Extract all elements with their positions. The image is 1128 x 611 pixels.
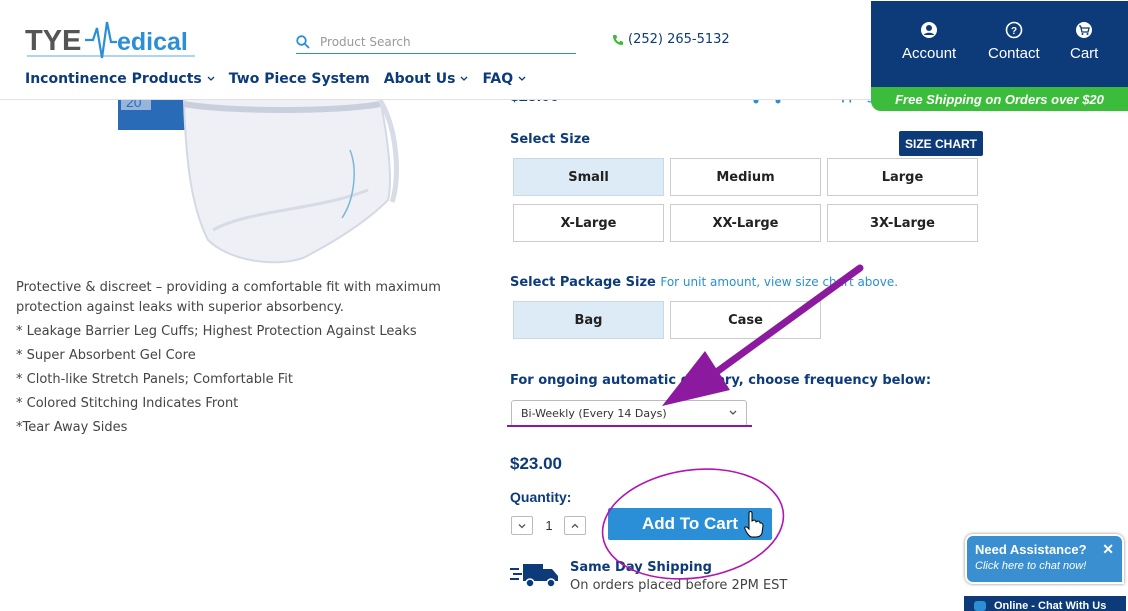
product-page: 20 $23.00 Free Shipping Protective & dis… xyxy=(0,0,1128,611)
size-option-medium[interactable]: Medium xyxy=(670,158,821,196)
nav-two-piece-system[interactable]: Two Piece System xyxy=(229,71,370,87)
same-day-shipping: Same Day Shipping On orders placed befor… xyxy=(510,560,787,593)
feature-bullet: * Cloth-like Stretch Panels; Comfortable… xyxy=(16,372,293,387)
chat-bubble-icon xyxy=(974,601,986,611)
svg-text:?: ? xyxy=(1011,26,1017,37)
cart-link[interactable]: Cart xyxy=(1070,21,1098,62)
site-header: TYE edical Product Search (252) 265-5132… xyxy=(0,0,1128,111)
user-icon xyxy=(921,22,938,38)
account-panel: Account ? Contact Cart xyxy=(871,1,1128,87)
free-shipping-banner: Free Shipping on Orders over $20 xyxy=(871,87,1128,111)
chevron-down-icon xyxy=(518,76,526,81)
svg-text:edical: edical xyxy=(117,28,188,56)
same-day-subtitle: On orders placed before 2PM EST xyxy=(570,578,788,593)
chat-tab-label: Online - Chat With Us xyxy=(994,600,1107,611)
size-option-3x-large[interactable]: 3X-Large xyxy=(827,204,978,242)
feature-bullet: * Leakage Barrier Leg Cuffs; Highest Pro… xyxy=(16,324,417,339)
package-size-note: For unit amount, view size chart above. xyxy=(660,275,899,289)
nav-label: Two Piece System xyxy=(228,71,370,87)
description-text: Protective & discreet – providing a comf… xyxy=(16,280,441,315)
size-option-large[interactable]: Large xyxy=(827,158,978,196)
package-size-label: Select Package Size For unit amount, vie… xyxy=(510,275,898,290)
nav-about-us[interactable]: About Us xyxy=(384,71,469,87)
size-option-x-large[interactable]: X-Large xyxy=(513,204,664,242)
tye-medical-logo[interactable]: TYE edical xyxy=(25,18,200,62)
contact-label: Contact xyxy=(988,45,1040,62)
quantity-value[interactable]: 1 xyxy=(540,518,558,533)
nav-label: Incontinence Products xyxy=(25,71,202,87)
frequency-label: For ongoing automatic delivery, choose f… xyxy=(510,373,932,388)
close-icon[interactable]: ✕ xyxy=(1102,541,1114,558)
product-price: $23.00 xyxy=(510,454,562,473)
search-placeholder: Product Search xyxy=(320,34,411,49)
account-label: Account xyxy=(902,45,957,62)
search-icon xyxy=(296,34,310,49)
svg-text:TYE: TYE xyxy=(25,25,81,57)
phone-icon xyxy=(613,34,623,45)
search-input[interactable]: Product Search xyxy=(296,30,576,54)
chevron-down-icon xyxy=(207,76,215,81)
select-size-label: Select Size xyxy=(510,132,591,147)
product-description: Protective & discreet – providing a comf… xyxy=(16,278,486,438)
contact-link[interactable]: ? Contact xyxy=(988,21,1040,62)
add-to-cart-button[interactable]: Add To Cart xyxy=(608,508,772,540)
package-option-bag[interactable]: Bag xyxy=(513,301,664,339)
chevron-down-icon xyxy=(460,76,468,81)
fast-truck-icon xyxy=(510,564,558,588)
chevron-down-icon xyxy=(518,523,526,528)
package-size-label-text: Select Package Size xyxy=(510,275,656,290)
chat-title: Need Assistance? xyxy=(975,542,1087,557)
cart-icon xyxy=(1076,22,1093,38)
feature-bullet: * Super Absorbent Gel Core xyxy=(16,348,196,363)
package-option-case[interactable]: Case xyxy=(670,301,821,339)
frequency-select[interactable]: Bi-Weekly (Every 14 Days) xyxy=(511,400,747,427)
same-day-title: Same Day Shipping xyxy=(570,560,712,575)
cart-label: Cart xyxy=(1070,45,1099,62)
frequency-selected-value: Bi-Weekly (Every 14 Days) xyxy=(521,407,667,420)
size-option-xx-large[interactable]: XX-Large xyxy=(670,204,821,242)
chevron-down-icon xyxy=(729,410,737,415)
chat-subtitle: Click here to chat now! xyxy=(975,560,1087,572)
feature-bullet: *Tear Away Sides xyxy=(16,420,128,435)
size-option-small[interactable]: Small xyxy=(513,158,664,196)
quantity-increase-button[interactable] xyxy=(564,516,586,535)
quantity-decrease-button[interactable] xyxy=(511,516,533,535)
nav-label: FAQ xyxy=(482,71,514,87)
help-icon: ? xyxy=(1005,21,1023,39)
size-chart-button[interactable]: SIZE CHART xyxy=(899,131,983,156)
chat-tab[interactable]: Online - Chat With Us xyxy=(964,596,1126,611)
phone-number: (252) 265-5132 xyxy=(628,32,730,47)
chevron-up-icon xyxy=(571,523,579,528)
chat-assistance-bubble[interactable]: Need Assistance? Click here to chat now!… xyxy=(965,534,1124,584)
main-nav: Incontinence Products Two Piece System A… xyxy=(25,71,526,87)
account-link[interactable]: Account xyxy=(902,21,956,62)
nav-faq[interactable]: FAQ xyxy=(482,71,526,87)
phone-link[interactable]: (252) 265-5132 xyxy=(612,32,730,47)
nav-incontinence-products[interactable]: Incontinence Products xyxy=(25,71,215,87)
product-image: 20 xyxy=(118,90,399,264)
nav-label: About Us xyxy=(383,71,456,87)
feature-bullet: * Colored Stitching Indicates Front xyxy=(16,396,239,411)
quantity-label: Quantity: xyxy=(510,489,572,505)
